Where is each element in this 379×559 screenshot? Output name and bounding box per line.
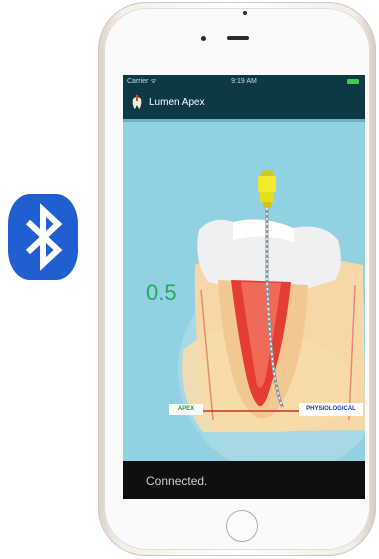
battery-icon	[347, 79, 359, 84]
clock: 9:19 AM	[231, 78, 257, 85]
apex-reading: 0.5	[146, 280, 177, 305]
bluetooth-icon	[8, 194, 78, 280]
phone-sensor	[243, 11, 247, 15]
tooth-illustration	[178, 170, 365, 465]
status-bar: Carrier ᯤ 9:19 AM	[123, 75, 365, 89]
earpiece-speaker	[227, 36, 249, 40]
home-button[interactable]	[226, 510, 258, 542]
connection-status-bar: Connected.	[123, 461, 365, 499]
app-screen: Carrier ᯤ 9:19 AM Lumen Apex 0.5 APEX PH…	[123, 75, 365, 499]
connection-status: Connected.	[146, 474, 208, 488]
nav-bar: Lumen Apex	[123, 89, 365, 119]
physiological-label: PHYSIOLOGICAL	[299, 403, 363, 416]
app-title: Lumen Apex	[149, 97, 205, 108]
tooth-logo-icon	[132, 95, 142, 109]
apex-label: APEX	[169, 404, 203, 415]
nav-divider	[123, 119, 365, 122]
front-camera	[201, 36, 206, 41]
